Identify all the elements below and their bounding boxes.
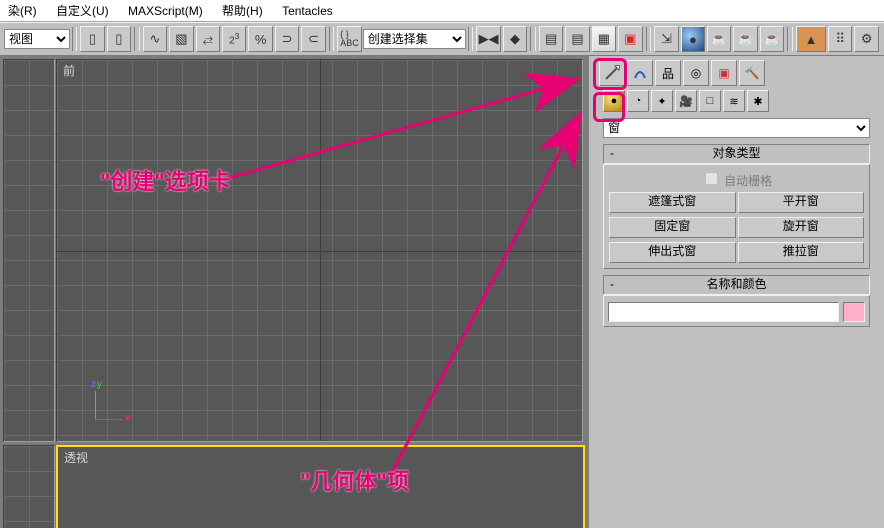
layer-manager-icon[interactable]: ▤ — [565, 26, 589, 52]
magnet-curve-icon[interactable]: ⊂ — [301, 26, 325, 52]
material-icon[interactable]: ● — [681, 26, 705, 52]
object-type-header[interactable]: -对象类型 — [603, 144, 870, 164]
box-icon[interactable]: ▧ — [169, 26, 193, 52]
motion-tab-icon[interactable]: ◎ — [683, 60, 709, 86]
display-tab-icon[interactable]: ▣ — [711, 60, 737, 86]
sliding-window-button[interactable]: 推拉窗 — [738, 242, 865, 263]
menu-customize[interactable]: 自定义(U) — [48, 1, 117, 20]
panel-main-tabs: 品 ◎ ▣ 🔨 — [589, 56, 884, 88]
hierarchy-icon[interactable]: ⇲ — [654, 26, 678, 52]
grid-icon[interactable]: ▦ — [592, 26, 616, 52]
menu-render[interactable]: 染(R) — [0, 1, 45, 20]
utilities-tab-icon[interactable]: 🔨 — [739, 60, 765, 86]
menu-help[interactable]: 帮助(H) — [214, 1, 271, 20]
reactor-icon[interactable]: ▲ — [796, 26, 826, 52]
red-square-icon[interactable]: ▣ — [618, 26, 642, 52]
link-icon[interactable]: ⥄ — [196, 26, 220, 52]
gear-icon[interactable]: ⚙ — [854, 26, 878, 52]
modify-tab-icon[interactable] — [627, 60, 653, 86]
callout-create-tab: "创建"选项卡 — [100, 164, 231, 196]
pivoted-window-button[interactable]: 旋开窗 — [738, 217, 865, 238]
shapes-cat-icon[interactable]: ◔ — [627, 90, 649, 112]
callout-geometry: "几何体"项 — [300, 464, 409, 496]
viewport-bottomleft-strip[interactable] — [3, 445, 55, 528]
color-swatch[interactable] — [843, 302, 865, 322]
object-name-input[interactable] — [608, 302, 839, 322]
create-categories: ● ◔ ✦ 🎥 □ ≋ ✱ — [589, 88, 884, 114]
space-cat-icon[interactable]: ≋ — [723, 90, 745, 112]
fixed-window-button[interactable]: 固定窗 — [609, 217, 736, 238]
viewport-front[interactable]: 前 z y x — [56, 59, 583, 442]
menu-maxscript[interactable]: MAXScript(M) — [120, 3, 211, 19]
highlight-create-tab — [593, 58, 627, 90]
diamond-icon[interactable]: ◆ — [503, 26, 527, 52]
keyframe-icon[interactable]: ▯ — [80, 26, 104, 52]
awning-window-button[interactable]: 遮篷式窗 — [609, 192, 736, 213]
main-toolbar: 视图 ▯ ▯ ∿ ▧ ⥄ 23 % ⊃ ⊂ { }ABC 创建选择集 ▶◀ ◆ … — [0, 22, 884, 56]
view-dropdown[interactable]: 视图 — [4, 29, 70, 49]
helpers-cat-icon[interactable]: □ — [699, 90, 721, 112]
curve-icon[interactable]: ∿ — [143, 26, 167, 52]
highlight-geometry-cat — [593, 92, 625, 122]
name-color-body — [603, 295, 870, 327]
viewport-left-strip[interactable] — [3, 59, 55, 442]
object-type-body: 自动栅格 遮篷式窗 平开窗 固定窗 旋开窗 伸出式窗 推拉窗 — [603, 164, 870, 269]
keyframe-tan-icon[interactable]: ▯ — [107, 26, 131, 52]
projected-window-button[interactable]: 伸出式窗 — [609, 242, 736, 263]
magnet-icon[interactable]: ⊃ — [275, 26, 299, 52]
text-icon[interactable]: { }ABC — [337, 26, 361, 52]
viewport-persp-label: 透视 — [64, 449, 88, 466]
menu-tentacles[interactable]: Tentacles — [274, 3, 341, 19]
viewport-area: 前 z y x 透视 — [0, 56, 588, 528]
mirror-icon[interactable]: ▶◀ — [476, 26, 500, 52]
particles-icon[interactable]: ⠿ — [828, 26, 852, 52]
casement-window-button[interactable]: 平开窗 — [738, 192, 865, 213]
subcategory-dropdown[interactable]: 窗 — [603, 118, 870, 138]
menu-bar: 染(R) 自定义(U) MAXScript(M) 帮助(H) Tentacles — [0, 0, 884, 22]
autogrid-checkbox[interactable]: 自动栅格 — [608, 169, 865, 189]
percent-icon[interactable]: % — [248, 26, 272, 52]
teapot-green-icon[interactable]: ☕ — [733, 26, 757, 52]
layers-icon[interactable]: ▤ — [539, 26, 563, 52]
selection-set-dropdown[interactable]: 创建选择集 — [363, 29, 466, 49]
exponent-icon[interactable]: 23 — [222, 26, 246, 52]
lights-cat-icon[interactable]: ✦ — [651, 90, 673, 112]
viewport-front-label: 前 — [63, 62, 75, 79]
cameras-cat-icon[interactable]: 🎥 — [675, 90, 697, 112]
systems-cat-icon[interactable]: ✱ — [747, 90, 769, 112]
hierarchy-tab-icon[interactable]: 品 — [655, 60, 681, 86]
teapot-plain-icon[interactable]: ☕ — [760, 26, 784, 52]
name-color-header[interactable]: -名称和颜色 — [603, 275, 870, 295]
command-panel: 品 ◎ ▣ 🔨 ● ◔ ✦ 🎥 □ ≋ ✱ 窗 -对象类型 自动栅格 — [588, 56, 884, 528]
teapot-red-icon[interactable]: ☕ — [707, 26, 731, 52]
